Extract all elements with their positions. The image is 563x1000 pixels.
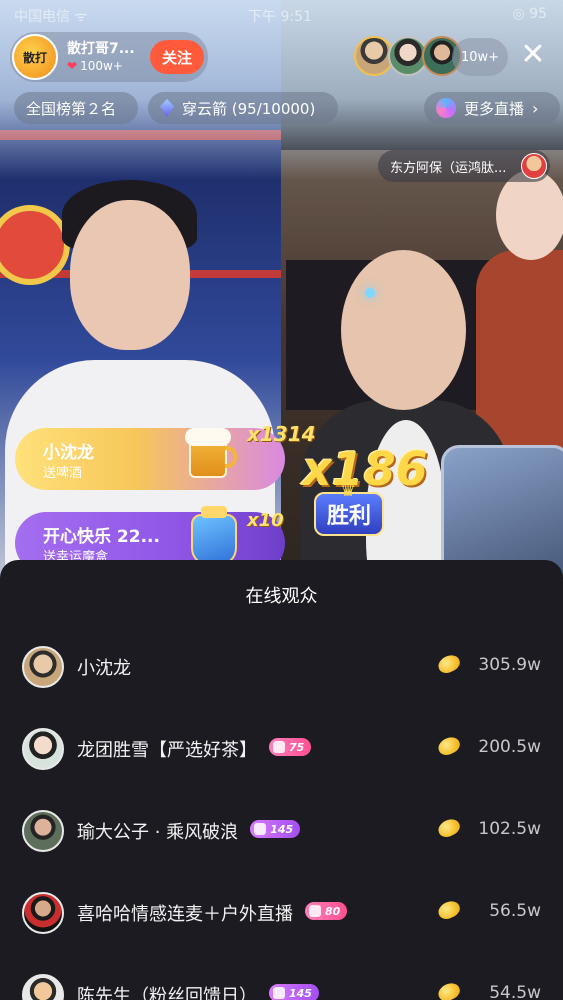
- list-item[interactable]: 陈先生（粉丝回馈日） 145 54.5w: [0, 956, 563, 1000]
- level-badge: 75: [269, 738, 312, 756]
- user-name: 小沈龙: [77, 654, 131, 680]
- host-figure: [70, 200, 190, 350]
- guest-figure: [496, 170, 563, 260]
- heart-icon: ❤: [67, 59, 78, 73]
- level-icon: [273, 741, 285, 753]
- level-badge: 80: [305, 902, 348, 920]
- close-icon[interactable]: ✕: [518, 40, 548, 70]
- gift-description: 送啤酒: [43, 466, 83, 481]
- national-rank-chip[interactable]: 全国榜第２名: [14, 92, 138, 124]
- avatar[interactable]: [22, 974, 64, 1000]
- avatar[interactable]: [22, 646, 64, 688]
- pk-multiplier: x186: [302, 442, 428, 496]
- user-name: 瑜大公子 · 乘风破浪 145: [77, 818, 301, 844]
- list-item[interactable]: 喜哈哈情感连麦＋户外直播 80 56.5w: [0, 874, 563, 954]
- user-name: 龙团胜雪【严选好茶】 75: [77, 736, 312, 762]
- gift-notification: 小沈龙 送啤酒 x1314: [15, 422, 316, 490]
- chevron-right-icon: ›: [532, 98, 539, 118]
- level-icon: [309, 905, 321, 917]
- level-badge: 145: [250, 820, 301, 838]
- host-likes-count: 100w+: [80, 59, 123, 73]
- contribution-amount: 54.5w: [489, 983, 541, 1000]
- list-item[interactable]: 龙团胜雪【严选好茶】 75 200.5w: [0, 710, 563, 790]
- online-audience-sheet: 在线观众 小沈龙 305.9w 龙团胜雪【严选好茶】 75 200.5w 瑜大公子…: [0, 560, 563, 1000]
- user-name-text: 喜哈哈情感连麦＋户外直播: [77, 904, 293, 925]
- level-value: 145: [270, 822, 294, 836]
- clock: 下午 9:51: [248, 9, 312, 25]
- status-bar: 中国电信 ᯤ 下午 9:51 ◎ 95: [0, 4, 563, 25]
- contribution-amount: 56.5w: [489, 901, 541, 921]
- opponent-figure: [341, 250, 466, 410]
- level-value: 145: [289, 986, 312, 1000]
- host-avatar[interactable]: 散打: [12, 34, 58, 80]
- cloud-arrow-label: 穿云箭 (95/10000): [182, 99, 316, 118]
- list-item[interactable]: 瑜大公子 · 乘风破浪 145 102.5w: [0, 792, 563, 872]
- lucky-box-icon: [183, 506, 241, 568]
- level-value: 75: [289, 740, 305, 754]
- level-value: 80: [325, 904, 341, 918]
- win-badge: ♛ 胜利: [314, 480, 384, 536]
- win-label: 胜利: [326, 504, 371, 529]
- user-name-text: 龙团胜雪【严选好茶】: [77, 740, 257, 761]
- level-icon: [254, 823, 267, 835]
- host-avatar-label: 散打: [22, 50, 47, 65]
- carrier-label: 中国电信 ᯤ: [14, 9, 88, 25]
- gift-count: x10: [247, 510, 284, 531]
- host-name: 散打哥7...: [67, 41, 135, 57]
- user-name: 陈先生（粉丝回馈日） 145: [77, 982, 319, 1000]
- sparkle-effect: [365, 288, 375, 298]
- avatar: [521, 153, 547, 179]
- more-live-label: 更多直播: [464, 99, 525, 118]
- battery-indicator: ◎ 95: [512, 6, 547, 22]
- follow-button[interactable]: 关注: [150, 40, 204, 74]
- level-badge: 145: [269, 984, 319, 1000]
- user-name-text: 瑜大公子 · 乘风破浪: [77, 822, 239, 843]
- contribution-amount: 305.9w: [478, 655, 541, 675]
- crown-icon: ♛: [340, 480, 357, 501]
- avatar[interactable]: [22, 810, 64, 852]
- viewer-count-button[interactable]: 10w+: [452, 38, 508, 76]
- guest-figure: [476, 250, 563, 450]
- contribution-amount: 200.5w: [478, 737, 541, 757]
- avatar[interactable]: [22, 892, 64, 934]
- user-name-text: 陈先生（粉丝回馈日）: [77, 986, 257, 1000]
- more-live-chip[interactable]: 更多直播 ›: [424, 92, 560, 124]
- national-rank-label: 全国榜第２名: [26, 99, 117, 118]
- level-icon: [273, 987, 285, 999]
- contribution-amount: 102.5w: [478, 819, 541, 839]
- sheet-title: 在线观众: [245, 586, 318, 607]
- gift-sender-name: 开心快乐 22...: [43, 527, 160, 547]
- gem-icon: [160, 99, 174, 117]
- coin-icon: [435, 816, 463, 840]
- coin-icon: [435, 898, 463, 922]
- live-orb-icon: [436, 98, 456, 118]
- user-name: 喜哈哈情感连麦＋户外直播 80: [77, 900, 348, 926]
- pk-opponent-name: 东方阿保（运鸿肽...: [390, 160, 507, 176]
- list-item[interactable]: 小沈龙 305.9w: [0, 628, 563, 708]
- user-name-text: 小沈龙: [77, 658, 131, 679]
- coin-icon: [435, 734, 463, 758]
- cloud-arrow-chip[interactable]: 穿云箭 (95/10000): [148, 92, 338, 124]
- host-info-pill[interactable]: 散打 散打哥7... ❤ 100w+ 关注: [10, 32, 208, 82]
- beer-icon: [183, 422, 241, 484]
- pk-opponent-tag[interactable]: 东方阿保（运鸿肽...: [378, 150, 550, 182]
- host-likes: ❤ 100w+: [67, 59, 123, 73]
- gift-sender-name: 小沈龙: [43, 443, 94, 463]
- coin-icon: [435, 980, 463, 1000]
- coin-icon: [435, 652, 463, 676]
- avatar[interactable]: [22, 728, 64, 770]
- live-stream-screen: 中国电信 ᯤ 下午 9:51 ◎ 95 散打 散打哥7... ❤ 100w+ 关注…: [0, 0, 563, 1000]
